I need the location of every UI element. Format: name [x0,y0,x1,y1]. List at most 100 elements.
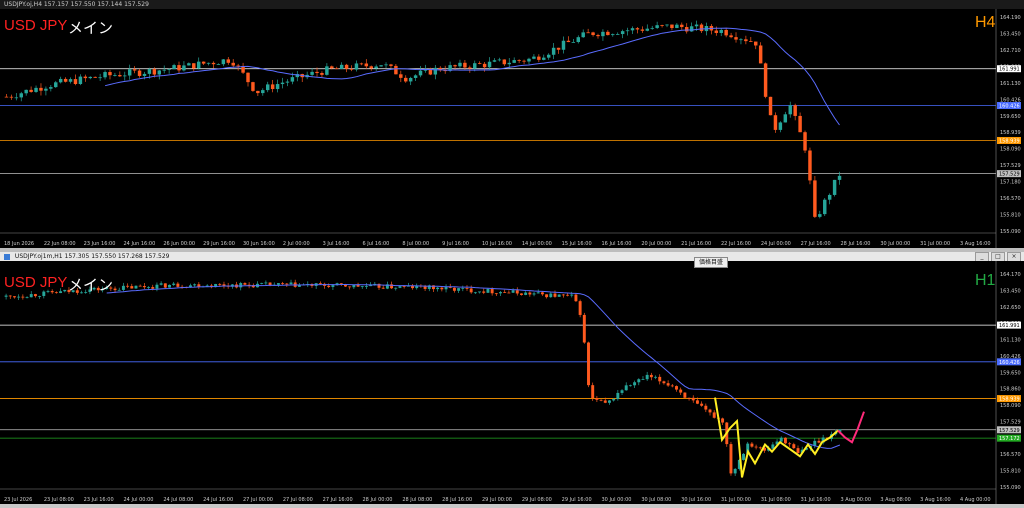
candle-body [49,87,53,89]
candle-body [192,63,196,69]
candle-body [482,63,487,68]
candle-body [108,72,112,76]
candle-body [591,385,595,398]
time-tick-label: 24 Jun 16:00 [124,241,156,247]
candle-body [832,179,837,195]
time-tick-label: 30 Jul 08:00 [641,497,671,503]
candle-body [511,290,515,293]
candle-body [522,60,526,62]
candle-body [132,69,137,71]
level-price-text: 160.426 [999,360,1020,366]
time-tick-label: 3 Aug 08:00 [880,497,911,503]
candle-body [453,65,457,67]
candle-body [4,96,9,98]
candle-body [265,84,270,91]
candle-body [93,76,97,78]
candle-body [754,446,758,448]
price-tick-label: 162.650 [1000,305,1021,311]
candle-body [331,285,335,287]
candle-body [98,77,102,79]
time-tick-label: 23 Jul 2026 [4,497,32,503]
candle-body [206,62,211,64]
candle-body [503,292,507,293]
candle-body [620,390,624,393]
time-tick-label: 27 Jul 00:00 [243,497,273,503]
time-tick-label: 30 Jul 00:00 [602,497,632,503]
price-tick-label: 155.090 [1000,229,1021,235]
candle-body [58,78,63,83]
candle-body [256,90,260,94]
candle-body [729,444,733,474]
candle-body [528,292,532,295]
h1-window-title: USDJPY.oj1m,H1 157.305 157.550 157.268 1… [14,253,170,260]
h4-chart-window[interactable]: USDJPY.oj,H4 157.157 157.550 157.144 157… [0,0,1024,248]
candle-body [239,283,243,288]
candle-body [218,283,222,285]
candle-body [19,93,23,98]
candle-body [783,437,787,444]
candle-body [675,386,678,390]
candle-body [637,379,641,383]
candle-body [744,39,748,42]
candle-body [327,285,331,287]
candle-body [285,81,290,83]
candle-body [315,71,319,74]
h1-chart-window[interactable]: USDJPY.oj1m,H1 157.305 157.550 157.268 1… [0,252,1024,504]
candle-body [571,42,576,43]
h4-chart-area[interactable]: 164.190 163.450 162.710 161.991 161.130 160.4… [0,9,1024,248]
candle-body [679,389,683,393]
candle-body [607,400,611,403]
candle-body [507,62,511,65]
candle-body [348,286,352,288]
price-tick-label: 155.810 [1000,469,1021,475]
candle-body [83,76,88,79]
time-tick-label: 15 Jul 16:00 [562,241,592,247]
minimize-button[interactable]: _ [975,252,989,261]
time-tick-label: 23 Jun 16:00 [84,241,116,247]
price-tick-label: 155.810 [1000,213,1021,219]
candle-body [788,443,792,445]
maximize-button[interactable]: □ [991,252,1005,261]
candle-body [553,293,557,297]
h1-chart-svg[interactable]: 164.170 163.450 162.650 161.991 161.130 160.4… [0,261,1024,504]
close-button[interactable]: × [1007,252,1021,261]
candle-body [103,72,107,78]
candle-body [778,122,783,130]
candle-body [381,287,385,289]
candle-body [155,284,159,289]
candle-body [763,63,768,97]
candle-body [117,289,121,291]
time-tick-label: 31 Jul 08:00 [761,497,791,503]
h1-chart-area[interactable]: 164.170 163.450 162.650 161.991 161.130 160.4… [0,261,1024,504]
candle-body [808,150,812,181]
price-tick-label: 163.450 [1000,31,1021,37]
candle-body [640,29,645,31]
candle-body [750,443,754,447]
time-tick-label: 16 Jul 16:00 [602,241,632,247]
h1-window-titlebar[interactable]: USDJPY.oj1m,H1 157.305 157.550 157.268 1… [0,252,1024,261]
candle-body [142,286,146,288]
candle-body [465,288,469,289]
candle-body [13,296,16,298]
candle-body [151,287,155,289]
candle-body [21,296,25,298]
candle-body [803,132,807,151]
candle-body [719,29,723,33]
candle-body [379,65,383,67]
time-tick-label: 28 Jul 16:00 [841,241,871,247]
candle-body [458,62,462,67]
candle-body [645,28,650,31]
candle-body [813,180,817,217]
candle-body [783,114,788,123]
candle-body [662,381,666,384]
candle-body [14,97,19,99]
candle-body [162,69,166,71]
candle-body [517,60,521,61]
h4-chart-svg[interactable]: 164.190 163.450 162.710 161.991 161.130 160.4… [0,9,1024,248]
candle-body [473,63,477,69]
candle-body [285,283,289,285]
price-scale-button[interactable]: 価格目盛 [694,257,729,268]
candle-body [512,60,516,63]
candle-body [33,294,37,297]
candle-body [749,41,753,42]
